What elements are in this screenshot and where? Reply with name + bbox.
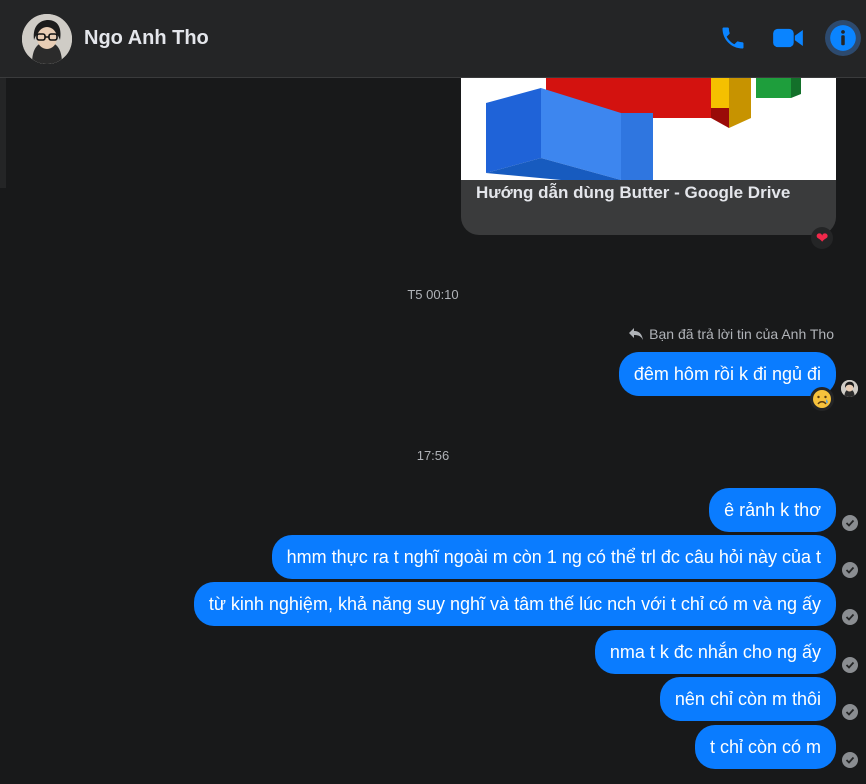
link-preview-image (461, 78, 836, 180)
timestamp: 17:56 (416, 448, 450, 463)
sent-check-icon (842, 657, 858, 673)
message-bubble[interactable]: nên chỉ còn m thôi (659, 677, 836, 721)
video-call-button[interactable] (770, 20, 806, 56)
timestamp: T5 00:10 (407, 287, 459, 302)
link-preview-title[interactable]: Hướng dẫn dùng Butter - Google Drive (476, 183, 790, 203)
phone-icon (722, 27, 744, 49)
reply-icon (629, 328, 644, 340)
message-bubble[interactable]: từ kinh nghiệm, khả năng suy nghĩ và tâm… (193, 582, 836, 626)
message-list[interactable]: Hướng dẫn dùng Butter - Google Drive ❤ T… (0, 78, 866, 784)
message-bubble[interactable]: nma t k đc nhắn cho ng ấy (594, 630, 836, 674)
message-bubble[interactable]: đêm hôm rồi k đi ngủ đi (618, 352, 836, 396)
contact-avatar[interactable] (22, 14, 72, 64)
message-bubble[interactable]: t chỉ còn có m (694, 725, 836, 769)
reply-indicator: Bạn đã trả lời tin của Anh Tho (629, 326, 834, 342)
sent-check-icon (842, 752, 858, 768)
conversation-info-button[interactable] (825, 20, 861, 56)
video-icon (773, 28, 803, 48)
sent-check-icon (842, 562, 858, 578)
sent-check-icon (842, 704, 858, 720)
heart-reaction-icon[interactable]: ❤ (811, 227, 833, 249)
link-preview-card[interactable]: Hướng dẫn dùng Butter - Google Drive (461, 78, 836, 235)
sent-check-icon (842, 515, 858, 531)
chat-header: Ngo Anh Tho (0, 0, 866, 78)
info-icon (830, 25, 856, 51)
reply-note-text: Bạn đã trả lời tin của Anh Tho (649, 326, 834, 342)
sent-check-icon (842, 609, 858, 625)
seen-avatar (841, 380, 858, 397)
sad-reaction-icon[interactable] (810, 387, 834, 411)
message-bubble[interactable]: ê rảnh k thơ (709, 488, 836, 532)
contact-name[interactable]: Ngo Anh Tho (84, 27, 209, 50)
message-bubble[interactable]: hmm thực ra t nghĩ ngoài m còn 1 ng có t… (271, 535, 836, 579)
call-button[interactable] (715, 20, 751, 56)
